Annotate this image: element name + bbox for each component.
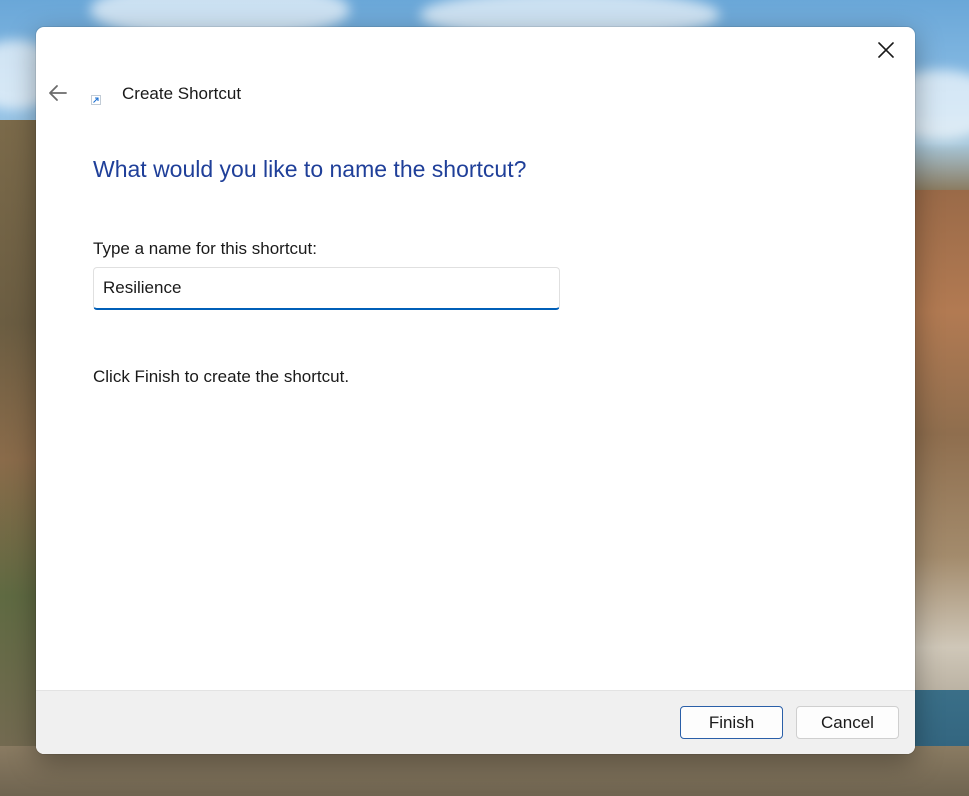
back-button[interactable] xyxy=(42,77,74,109)
shortcut-icon xyxy=(91,95,101,105)
shortcut-name-input[interactable] xyxy=(93,267,560,310)
create-shortcut-dialog: Create Shortcut What would you like to n… xyxy=(36,27,915,754)
arrow-left-icon xyxy=(49,85,67,101)
instruction-text: Click Finish to create the shortcut. xyxy=(93,367,350,386)
dialog-footer: Finish Cancel xyxy=(36,690,915,754)
shortcut-name-label: Type a name for this shortcut: xyxy=(93,239,317,258)
close-button[interactable] xyxy=(863,31,909,69)
dialog-title: Create Shortcut xyxy=(122,84,242,103)
page-heading: What would you like to name the shortcut… xyxy=(93,156,527,182)
finish-button[interactable]: Finish xyxy=(680,706,783,739)
cancel-button[interactable]: Cancel xyxy=(796,706,899,739)
close-icon xyxy=(878,42,894,58)
